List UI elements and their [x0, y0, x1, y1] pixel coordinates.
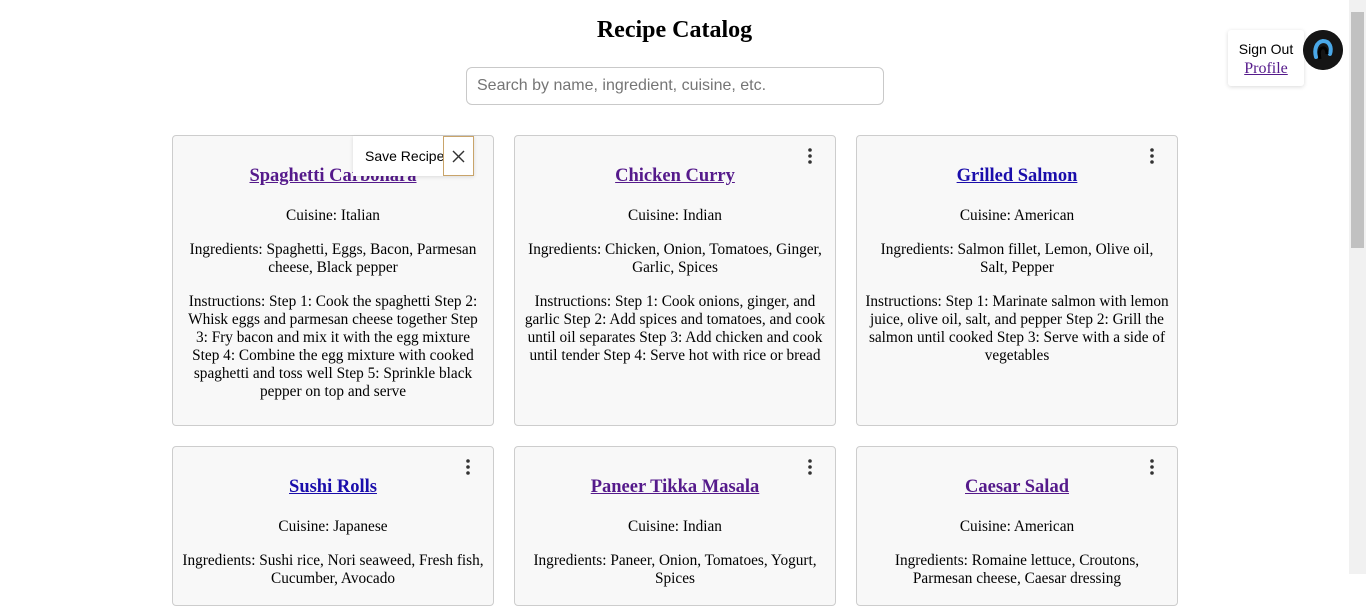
more-options-icon[interactable] [1147, 459, 1157, 475]
more-options-icon[interactable] [1147, 148, 1157, 164]
user-menu: Sign Out Profile [1228, 30, 1304, 86]
recipe-ingredients: Ingredients: Chicken, Onion, Tomatoes, G… [528, 241, 822, 276]
recipe-instructions: Instructions: Step 1: Cook the spaghetti… [188, 293, 478, 400]
recipe-cuisine: Cuisine: American [959, 207, 1075, 224]
recipe-title-link[interactable]: Sushi Rolls [289, 477, 377, 497]
user-avatar-icon[interactable] [1303, 30, 1343, 70]
recipe-cuisine: Cuisine: Italian [286, 207, 380, 224]
recipe-cuisine: Cuisine: American [959, 518, 1075, 535]
more-options-icon[interactable] [805, 459, 815, 475]
recipe-card: Spaghetti Carbonara Cuisine: Italian Ing… [172, 135, 494, 426]
recipe-instructions: Instructions: Step 1: Marinate salmon wi… [865, 293, 1169, 364]
recipe-cuisine: Cuisine: Japanese [278, 518, 388, 535]
recipe-ingredients: Ingredients: Sushi rice, Nori seaweed, F… [182, 552, 484, 587]
recipe-instructions: Instructions: Step 1: Cook onions, ginge… [524, 293, 826, 364]
recipe-ingredients: Ingredients: Salmon fillet, Lemon, Olive… [880, 241, 1154, 276]
profile-link[interactable]: Profile [1228, 60, 1304, 78]
more-options-icon[interactable] [463, 459, 473, 475]
recipe-title-link[interactable]: Grilled Salmon [957, 166, 1078, 186]
recipe-title-link[interactable]: Caesar Salad [965, 477, 1069, 497]
recipe-ingredients: Ingredients: Paneer, Onion, Tomatoes, Yo… [533, 552, 817, 587]
sign-out-button[interactable]: Sign Out [1228, 41, 1304, 57]
close-icon[interactable] [443, 136, 474, 176]
recipe-card: Paneer Tikka Masala Cuisine: Indian Ingr… [514, 446, 836, 606]
recipe-ingredients: Ingredients: Romaine lettuce, Croutons, … [894, 552, 1140, 587]
page-title: Recipe Catalog [596, 17, 753, 43]
recipe-card: Grilled Salmon Cuisine: American Ingredi… [856, 135, 1178, 426]
save-recipe-popup: Save Recipe [353, 136, 474, 176]
recipe-cuisine: Cuisine: Indian [628, 518, 722, 535]
recipe-title-link[interactable]: Chicken Curry [615, 166, 735, 186]
vertical-scrollbar[interactable] [1349, 0, 1366, 574]
recipe-card: Chicken Curry Cuisine: Indian Ingredient… [514, 135, 836, 426]
save-recipe-button[interactable]: Save Recipe [365, 148, 444, 164]
search-input[interactable] [466, 67, 884, 105]
recipe-cuisine: Cuisine: Indian [628, 207, 722, 224]
recipe-ingredients: Ingredients: Spaghetti, Eggs, Bacon, Par… [189, 241, 477, 276]
recipe-card: Caesar Salad Cuisine: American Ingredien… [856, 446, 1178, 606]
recipe-title-link[interactable]: Paneer Tikka Masala [591, 477, 760, 497]
scrollbar-thumb[interactable] [1351, 12, 1364, 248]
recipe-card: Sushi Rolls Cuisine: Japanese Ingredient… [172, 446, 494, 606]
more-options-icon[interactable] [805, 148, 815, 164]
